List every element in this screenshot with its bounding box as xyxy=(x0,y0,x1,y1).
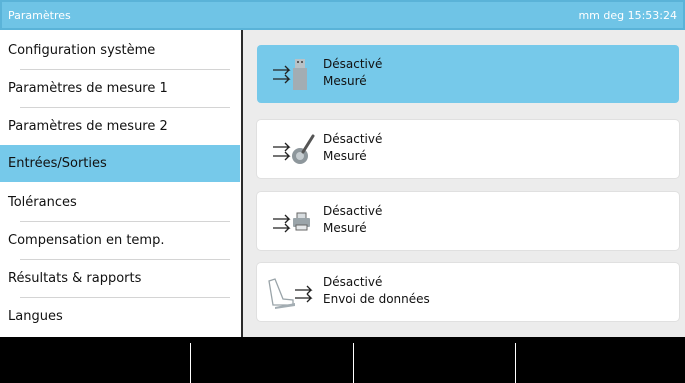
card-printer-output[interactable]: Désactivé Mesuré xyxy=(257,192,679,250)
softkey-3[interactable] xyxy=(354,337,515,383)
card-state: Désactivé xyxy=(323,57,383,71)
card-state: Désactivé xyxy=(323,275,383,289)
sidebar-item-configuration-systeme[interactable]: Configuration système xyxy=(0,32,240,70)
card-mode: Mesuré xyxy=(323,221,367,235)
sidebar-item-label: Entrées/Sorties xyxy=(8,156,107,171)
sidebar-item-resultats-rapports[interactable]: Résultats & rapports xyxy=(0,260,240,298)
sidebar-item-label: Paramètres de mesure 1 xyxy=(8,81,168,96)
sidebar-item-entrees-sorties[interactable]: Entrées/Sorties xyxy=(0,145,240,182)
sidebar-item-label: Résultats & rapports xyxy=(8,271,142,286)
sidebar-item-label: Configuration système xyxy=(8,43,156,58)
printer-export-icon xyxy=(265,202,321,242)
sidebar-item-langues[interactable]: Langues xyxy=(0,298,240,336)
status-readout: mm deg 15:53:24 xyxy=(578,9,677,22)
sidebar-item-compensation-temp[interactable]: Compensation en temp. xyxy=(0,222,240,260)
card-state: Désactivé xyxy=(323,204,383,218)
sidebar-item-tolerances[interactable]: Tolérances xyxy=(0,184,240,222)
wireless-probe-export-icon xyxy=(265,130,321,170)
card-state: Désactivé xyxy=(323,132,383,146)
card-mode: Mesuré xyxy=(323,149,367,163)
card-footswitch-output[interactable]: Désactivé Envoi de données xyxy=(257,263,679,321)
softkey-1[interactable] xyxy=(0,337,190,383)
card-usb-output[interactable]: Désactivé Mesuré xyxy=(257,45,679,103)
footswitch-output-icon xyxy=(265,273,321,313)
sidebar-item-label: Compensation en temp. xyxy=(8,233,165,248)
sidebar-item-label: Langues xyxy=(8,309,63,324)
window-title: Paramètres xyxy=(8,9,71,22)
title-bar: Paramètres mm deg 15:53:24 xyxy=(0,0,685,30)
softkey-bar xyxy=(0,337,685,383)
settings-sidebar: Configuration système Paramètres de mesu… xyxy=(0,30,242,337)
usb-export-icon xyxy=(265,55,321,95)
sidebar-item-label: Tolérances xyxy=(8,195,77,210)
card-mode: Mesuré xyxy=(323,74,367,88)
softkey-4[interactable] xyxy=(516,337,685,383)
sidebar-item-label: Paramètres de mesure 2 xyxy=(8,119,168,134)
softkey-2[interactable] xyxy=(191,337,353,383)
card-wireless-output[interactable]: Désactivé Mesuré xyxy=(257,120,679,178)
sidebar-item-parametres-mesure-1[interactable]: Paramètres de mesure 1 xyxy=(0,70,240,108)
main-panel: Désactivé Mesuré Désactivé Mesuré Désact… xyxy=(243,30,685,337)
card-mode: Envoi de données xyxy=(323,292,430,306)
sidebar-item-parametres-mesure-2[interactable]: Paramètres de mesure 2 xyxy=(0,108,240,146)
